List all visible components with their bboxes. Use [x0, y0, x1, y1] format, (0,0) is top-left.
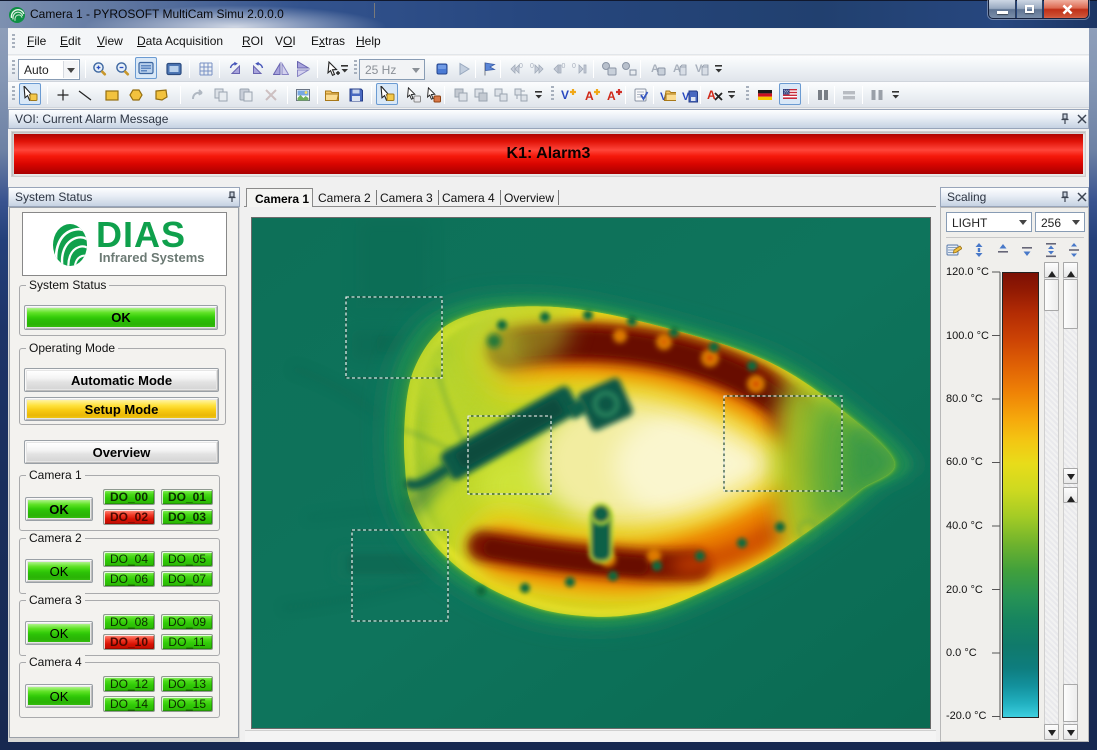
- svg-text:0: 0: [519, 63, 523, 70]
- svg-text:V: V: [561, 88, 569, 102]
- svg-text:0: 0: [572, 63, 576, 70]
- svg-text:0: 0: [562, 63, 566, 70]
- svg-text:A: A: [607, 89, 616, 103]
- svg-text:A: A: [707, 88, 716, 102]
- svg-text:0: 0: [530, 63, 534, 70]
- svg-text:A: A: [585, 89, 594, 103]
